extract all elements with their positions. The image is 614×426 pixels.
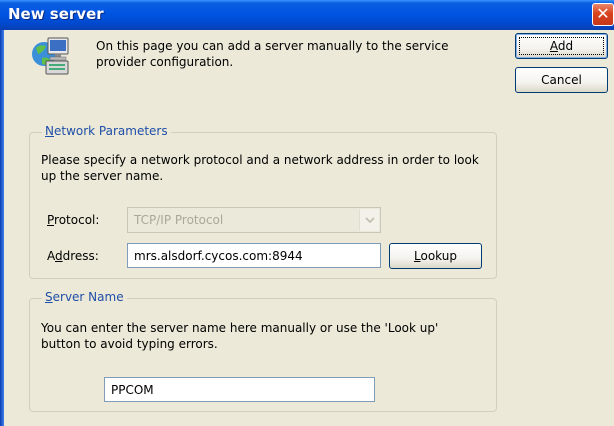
- cancel-button-label: Cancel: [541, 73, 582, 87]
- protocol-label: Protocol:: [47, 213, 100, 227]
- add-button[interactable]: Add: [515, 33, 608, 59]
- lookup-button[interactable]: Lookup: [389, 243, 482, 269]
- title-bar[interactable]: New server ✕: [0, 0, 614, 30]
- focus-rect: [519, 37, 604, 55]
- chevron-down-icon: [364, 216, 375, 223]
- close-icon: ✕: [596, 4, 610, 23]
- address-label: Address:: [47, 249, 99, 263]
- network-server-icon: [32, 37, 69, 75]
- intro-description: On this page you can add a server manual…: [96, 39, 449, 69]
- protocol-select-value: TCP/IP Protocol: [134, 213, 224, 227]
- server-name-description: You can enter the server name here manua…: [41, 321, 439, 351]
- cancel-button[interactable]: Cancel: [515, 67, 608, 93]
- server-name-field-value: PPCOM: [111, 382, 154, 397]
- lookup-button-label: Lookup: [414, 249, 457, 263]
- server-name-field[interactable]: PPCOM: [104, 377, 375, 402]
- address-field-value: mrs.alsdorf.cycos.com:8944: [134, 248, 303, 263]
- protocol-dropdown-arrow[interactable]: [359, 209, 379, 231]
- window-title: New server: [8, 5, 104, 23]
- protocol-select[interactable]: TCP/IP Protocol: [127, 207, 381, 233]
- close-button[interactable]: ✕: [592, 3, 614, 26]
- server-name-legend: Server Name: [42, 290, 127, 304]
- network-parameters-legend: Network Parameters: [42, 124, 171, 138]
- network-parameters-description: Please specify a network protocol and a …: [41, 153, 479, 183]
- address-field[interactable]: mrs.alsdorf.cycos.com:8944: [127, 243, 381, 268]
